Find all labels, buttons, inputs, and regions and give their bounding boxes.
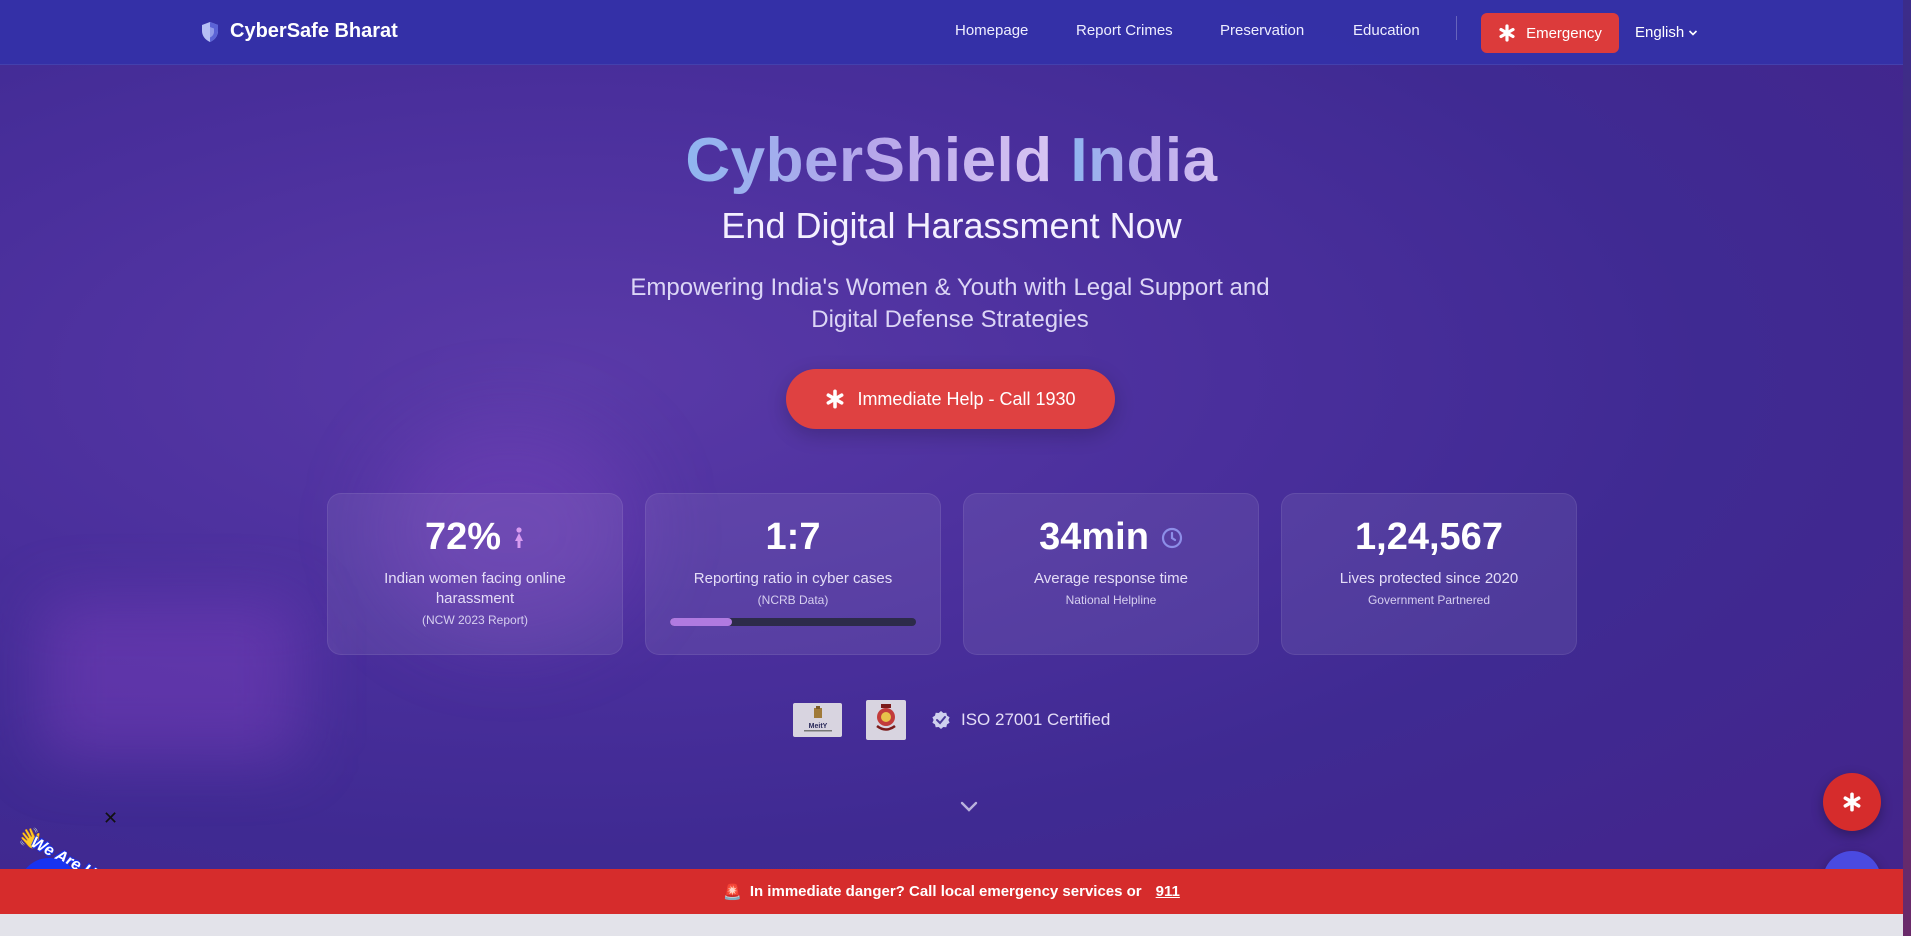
hero-subtitle: End Digital Harassment Now — [721, 205, 1182, 246]
nav-link-preservation[interactable]: Preservation — [1220, 22, 1304, 39]
stat-card-reporting-ratio: 1:7 Reporting ratio in cyber cases (NCRB… — [645, 493, 941, 655]
emergency-alert-bar: 🚨 In immediate danger? Call local emerge… — [0, 869, 1903, 914]
verified-check-icon — [932, 711, 950, 729]
stat-label: Lives protected since 2020 — [1339, 570, 1519, 587]
stat-card-harassment: 72% Indian women facing online harassmen… — [327, 493, 623, 655]
stat-label: Reporting ratio in cyber cases — [693, 570, 893, 587]
brand-logo[interactable]: CyberSafe Bharat — [200, 20, 398, 43]
stat-label: Average response time — [1034, 570, 1188, 587]
stat-value: 34min — [1039, 516, 1149, 558]
clock-icon — [1161, 527, 1183, 548]
hero-description: Empowering India's Women & Youth with Le… — [630, 274, 1270, 333]
stat-note: Government Partnered — [1367, 593, 1491, 607]
immediate-help-button[interactable]: Immediate Help - Call 1930 — [786, 369, 1115, 429]
nav-link-report-crimes[interactable]: Report Crimes — [1076, 22, 1173, 39]
emergency-number-link[interactable]: 911 — [1156, 883, 1180, 900]
progress-fill — [670, 618, 732, 626]
chevron-down-icon — [1689, 29, 1698, 36]
emergency-label: Emergency — [1526, 24, 1602, 42]
scroll-down-icon[interactable] — [960, 800, 978, 818]
asterisk-icon — [1499, 24, 1515, 42]
nav-link-homepage[interactable]: Homepage — [955, 22, 1028, 39]
hero-title-part1: CyberShield — [685, 126, 1053, 195]
nav-link-education[interactable]: Education — [1353, 22, 1420, 39]
stat-note: (NCW 2023 Report) — [421, 613, 529, 627]
iso-badge: ISO 27001 Certified — [931, 710, 1110, 730]
stat-note: National Helpline — [1065, 593, 1157, 607]
page-edge — [1903, 0, 1911, 936]
chat-widget-close-icon[interactable]: ✕ — [103, 808, 118, 829]
stat-label: Indian women facing online harassment — [384, 570, 566, 607]
emergency-button[interactable]: Emergency — [1481, 13, 1619, 53]
language-selector[interactable]: English — [1635, 24, 1698, 41]
footer-strip — [0, 914, 1903, 936]
police-emblem-logo — [866, 700, 906, 740]
iso-label: ISO 27001 Certified — [961, 710, 1111, 729]
stat-value: 1:7 — [765, 516, 821, 558]
stat-card-response-time: 34min Average response time National Hel… — [963, 493, 1259, 655]
shield-icon — [202, 21, 218, 42]
asterisk-icon — [826, 389, 844, 409]
meity-logo-text: MeitY — [808, 723, 827, 730]
stat-note: (NCRB Data) — [757, 593, 829, 607]
brand-name: CyberSafe Bharat — [230, 20, 398, 42]
meity-logo: MeitY — [793, 703, 842, 737]
nav-divider — [1456, 16, 1457, 40]
language-label: English — [1635, 24, 1685, 41]
stat-value: 1,24,567 — [1355, 516, 1503, 558]
stat-card-lives-protected: 1,24,567 Lives protected since 2020 Gove… — [1281, 493, 1577, 655]
background-glow — [40, 600, 300, 760]
immediate-help-label: Immediate Help - Call 1930 — [857, 388, 1076, 409]
female-icon — [515, 526, 524, 548]
stat-value: 72% — [424, 516, 502, 558]
siren-icon: 🚨 — [723, 883, 742, 901]
hero-title-part2: India — [1070, 126, 1218, 195]
progress-bar — [670, 618, 916, 626]
hero-title: CyberShield India — [0, 125, 1903, 196]
navbar: CyberSafe Bharat Homepage Report Crimes … — [0, 0, 1903, 65]
emergency-alert-text: In immediate danger? Call local emergenc… — [749, 883, 1142, 900]
emergency-fab[interactable] — [1823, 773, 1881, 831]
asterisk-icon — [1843, 792, 1861, 812]
